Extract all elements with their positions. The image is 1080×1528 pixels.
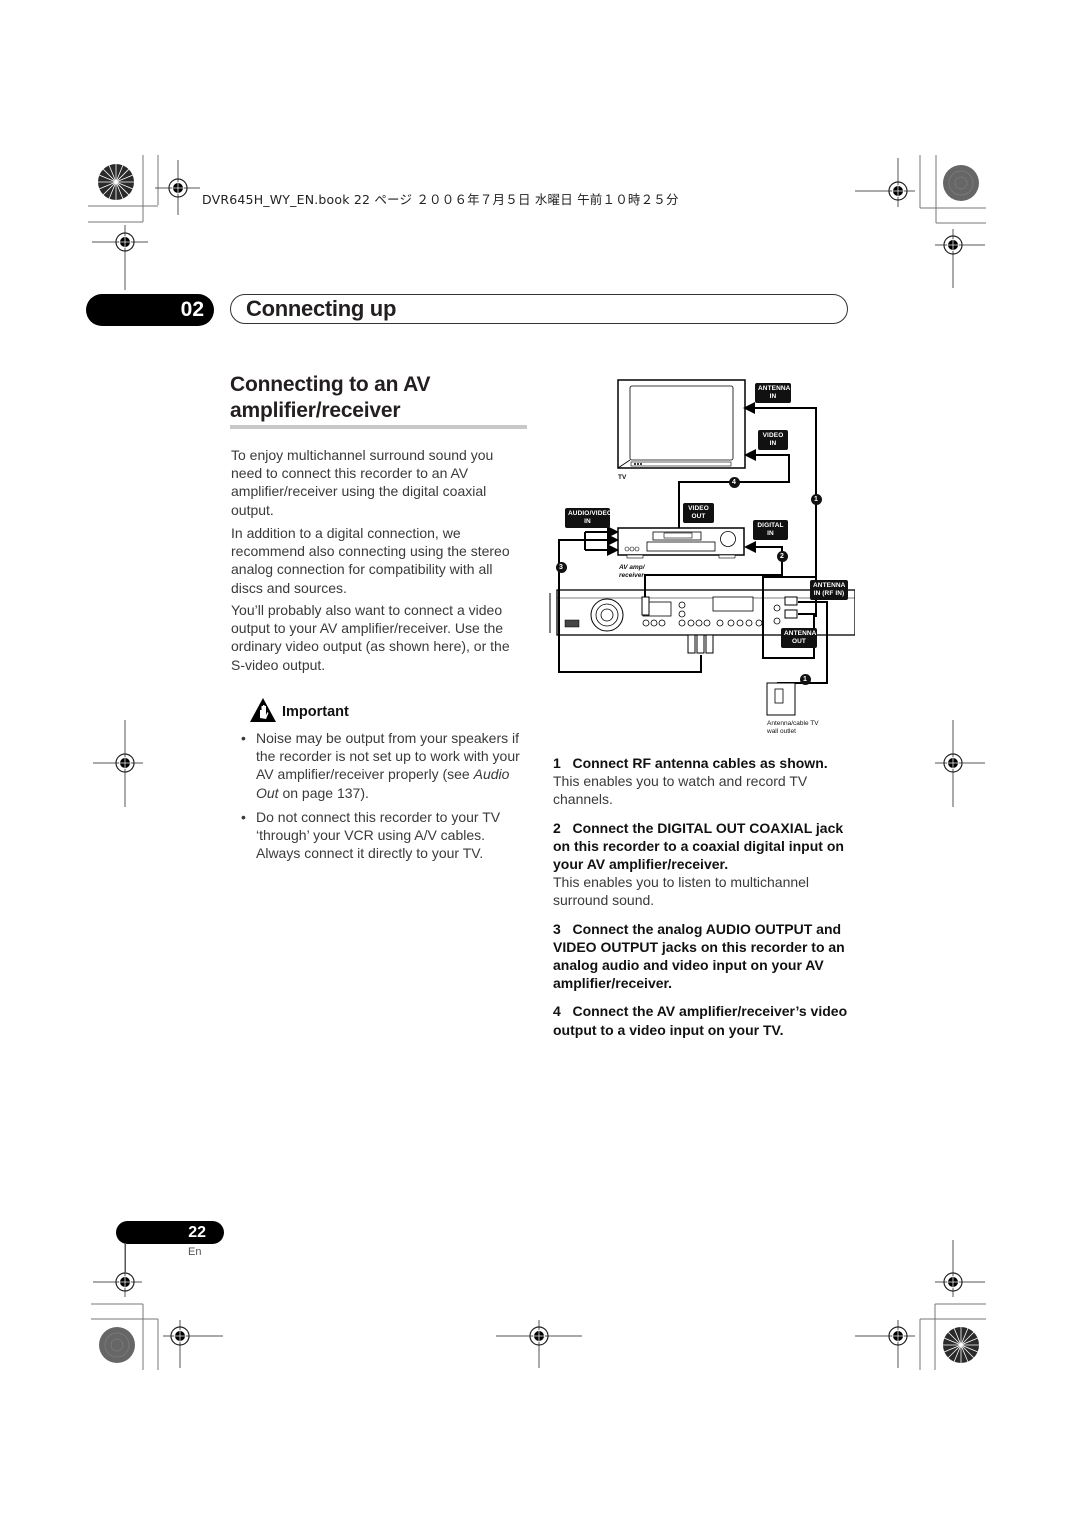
section-title-underline: [230, 425, 527, 429]
step-body: This enables you to listen to multichann…: [553, 874, 810, 909]
audio-video-in-tag: AUDIO/VIDEO IN: [565, 508, 612, 528]
step-3: 3 Connect the analog AUDIO OUTPUT and VI…: [553, 920, 853, 993]
wall-outlet-label: Antenna/cable TV wall outlet: [767, 720, 819, 735]
callout-number: 3: [555, 561, 567, 573]
important-label: Important: [282, 704, 349, 720]
crop-marks: [88, 155, 986, 1370]
step-number: 2: [553, 819, 561, 836]
callout-number: 2: [776, 550, 788, 562]
antenna-in-rf-tag: ANTENNA IN (RF IN): [810, 580, 848, 600]
diagram-drawing: [549, 379, 855, 716]
step-1: 1 Connect RF antenna cables as shown. Th…: [553, 754, 853, 809]
step-heading: Connect the analog AUDIO OUTPUT and VIDE…: [553, 920, 845, 992]
page-language: En: [188, 1246, 202, 1258]
video-out-tag: VIDEO OUT: [683, 503, 714, 523]
digital-in-tag: DIGITAL IN: [753, 520, 788, 540]
important-bullet: Noise may be output from your speakers i…: [241, 729, 527, 802]
important-hand-warning-icon: [250, 698, 276, 722]
callout-number: 4: [728, 476, 740, 488]
page-tab-line: [125, 1243, 126, 1273]
step-2: 2 Connect the DIGITAL OUT COAXIAL jack o…: [553, 819, 853, 910]
step-4: 4 Connect the AV amplifier/receiver’s vi…: [553, 1002, 853, 1038]
section-title-line-2: amplifier/receiver: [230, 399, 401, 422]
section-title-line-1: Connecting to an AV: [230, 373, 431, 396]
print-header-file-info: DVR645H_WY_EN.book 22 ページ ２００６年７月５日 水曜日 …: [202, 192, 679, 207]
chapter-number-tab: 02: [86, 294, 214, 326]
intro-paragraph: To enjoy multichannel surround sound you…: [231, 447, 494, 518]
step-heading: Connect the AV amplifier/receiver’s vide…: [553, 1003, 848, 1038]
step-number: 1: [553, 755, 561, 771]
video-in-tag: VIDEO IN: [758, 430, 788, 450]
callout-number: 1: [810, 493, 822, 505]
connection-diagram: TV ANTENNA IN VIDEO IN AUDIO/VIDEO IN VIDEO…: [545, 375, 855, 745]
av-amp-label: AV amp/receiver: [619, 564, 645, 579]
step-body: This enables you to watch and record TV …: [553, 773, 808, 808]
intro-paragraph: In addition to a digital connection, we …: [231, 525, 510, 596]
page-number: 22: [116, 1221, 224, 1244]
step-heading: Connect the DIGITAL OUT COAXIAL jack on …: [553, 819, 844, 873]
step-number: 3: [553, 920, 561, 937]
av-amp-illustration: [617, 527, 745, 559]
step-heading: Connect RF antenna cables as shown.: [572, 755, 828, 771]
tv-label: TV: [618, 474, 627, 481]
important-bullet-list: Noise may be output from your speakers i…: [241, 729, 527, 866]
intro-paragraph: You’ll probably also want to connect a v…: [231, 602, 510, 673]
antenna-out-tag: ANTENNA OUT: [781, 628, 817, 648]
callout-number: 1: [799, 673, 811, 685]
step-number: 4: [553, 1003, 561, 1020]
section-title: Connecting to an AV amplifier/receiver: [230, 372, 530, 424]
starburst-top-left: [98, 164, 134, 200]
antenna-in-tag: ANTENNA IN: [755, 383, 791, 403]
important-bullet: Do not connect this recorder to your TV …: [241, 808, 527, 863]
steps-list: 1 Connect RF antenna cables as shown. Th…: [553, 754, 853, 1049]
tv-illustration: [617, 379, 746, 469]
chapter-title: Connecting up: [246, 296, 397, 321]
